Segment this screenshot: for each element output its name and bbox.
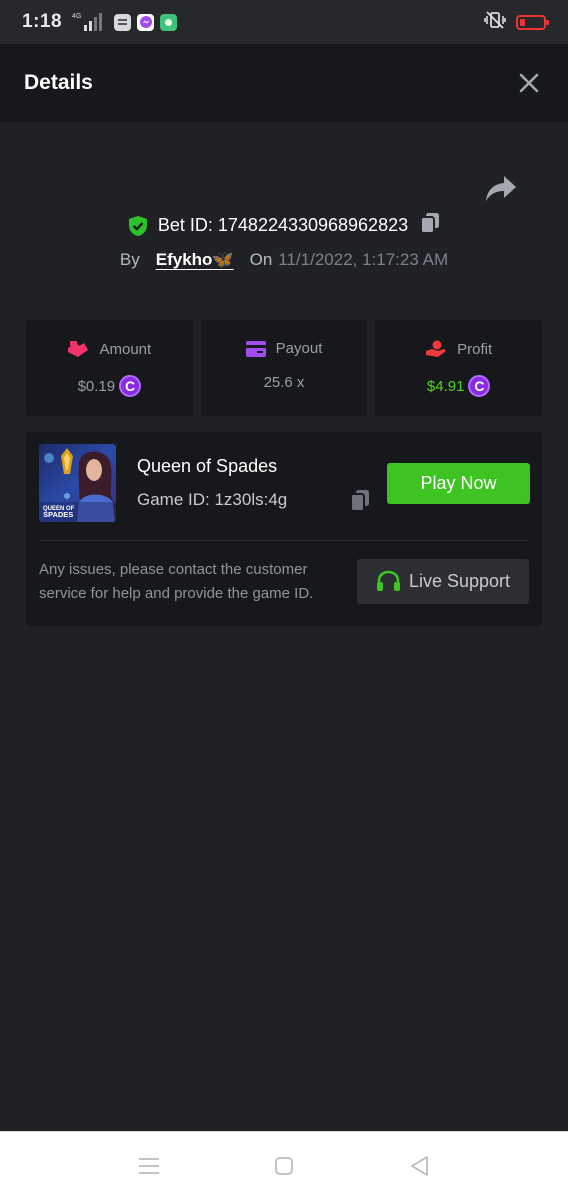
vibrate-off-icon	[484, 10, 506, 34]
divider	[39, 540, 529, 541]
headset-icon	[376, 570, 400, 591]
status-time: 1:18	[22, 11, 63, 32]
copy-game-id-button[interactable]	[350, 488, 370, 517]
game-card: QUEEN OF SPADES Queen of Spades Game ID:…	[26, 432, 542, 626]
home-button[interactable]	[269, 1152, 299, 1180]
play-now-button[interactable]: Play Now	[387, 463, 530, 504]
copy-icon	[350, 490, 369, 512]
status-bar: 1:18 4G	[0, 0, 568, 44]
by-label: By	[119, 250, 140, 269]
close-button[interactable]	[514, 68, 544, 98]
details-header: Details	[0, 44, 568, 122]
back-button[interactable]	[404, 1152, 434, 1180]
profit-icon	[426, 340, 447, 357]
signal-icon: 4G	[72, 13, 103, 31]
bet-author-row: By Efykho🦋 On 11/1/2022, 1:17:23 AM	[0, 250, 568, 270]
amount-icon	[68, 341, 89, 357]
live-support-button[interactable]: Live Support	[357, 559, 529, 604]
copy-bet-id-button[interactable]	[420, 212, 440, 239]
back-icon	[411, 1156, 428, 1176]
bet-stats: Amount $0.19 C Payout 25.6 x Profit $4.9…	[26, 320, 543, 416]
bet-id: Bet ID: 1748224330968962823	[157, 215, 409, 235]
home-icon	[275, 1157, 293, 1175]
amount-card: Amount $0.19 C	[26, 320, 193, 416]
profit-card: Profit $4.91 C	[375, 320, 543, 416]
messenger-icon	[137, 13, 155, 31]
username-link[interactable]: Efykho🦋	[156, 250, 234, 270]
bet-id-row: Bet ID: 1748224330968962823	[0, 212, 568, 239]
game-id: Game ID: 1z30ls:4g	[137, 490, 288, 509]
game-name: Queen of Spades	[137, 456, 278, 476]
game-thumbnail[interactable]: QUEEN OF SPADES	[39, 444, 116, 522]
page-title: Details	[24, 71, 93, 94]
thumb-title-line2: SPADES	[43, 510, 73, 519]
amount-label: Amount	[99, 340, 152, 358]
system-navigation-bar	[0, 1131, 568, 1200]
payout-label: Payout	[275, 340, 323, 357]
bet-date: 11/1/2022, 1:17:23 AM	[278, 250, 449, 269]
payout-value: 25.6 x	[263, 374, 305, 391]
recent-apps-button[interactable]	[134, 1152, 164, 1180]
verified-shield-icon	[128, 215, 147, 236]
close-icon	[519, 73, 539, 93]
coin-icon: C	[468, 375, 491, 397]
app-notification-icon	[114, 13, 132, 31]
profit-value: $4.91	[426, 377, 465, 395]
network-type: 4G	[72, 13, 82, 20]
game-notification-icon	[160, 13, 178, 31]
profit-label: Profit	[457, 340, 493, 358]
payout-icon	[245, 340, 266, 357]
coin-icon: C	[119, 375, 142, 397]
live-support-label: Live Support	[408, 571, 511, 591]
share-icon	[486, 176, 516, 201]
payout-card: Payout 25.6 x	[200, 320, 368, 416]
menu-icon	[139, 1158, 159, 1174]
copy-icon	[420, 213, 440, 234]
on-label: On	[249, 250, 273, 269]
support-hint-text: Any issues, please contact the customer …	[39, 561, 314, 602]
battery-icon	[516, 14, 549, 30]
amount-value: $0.19	[77, 377, 116, 395]
share-button[interactable]	[484, 174, 518, 204]
